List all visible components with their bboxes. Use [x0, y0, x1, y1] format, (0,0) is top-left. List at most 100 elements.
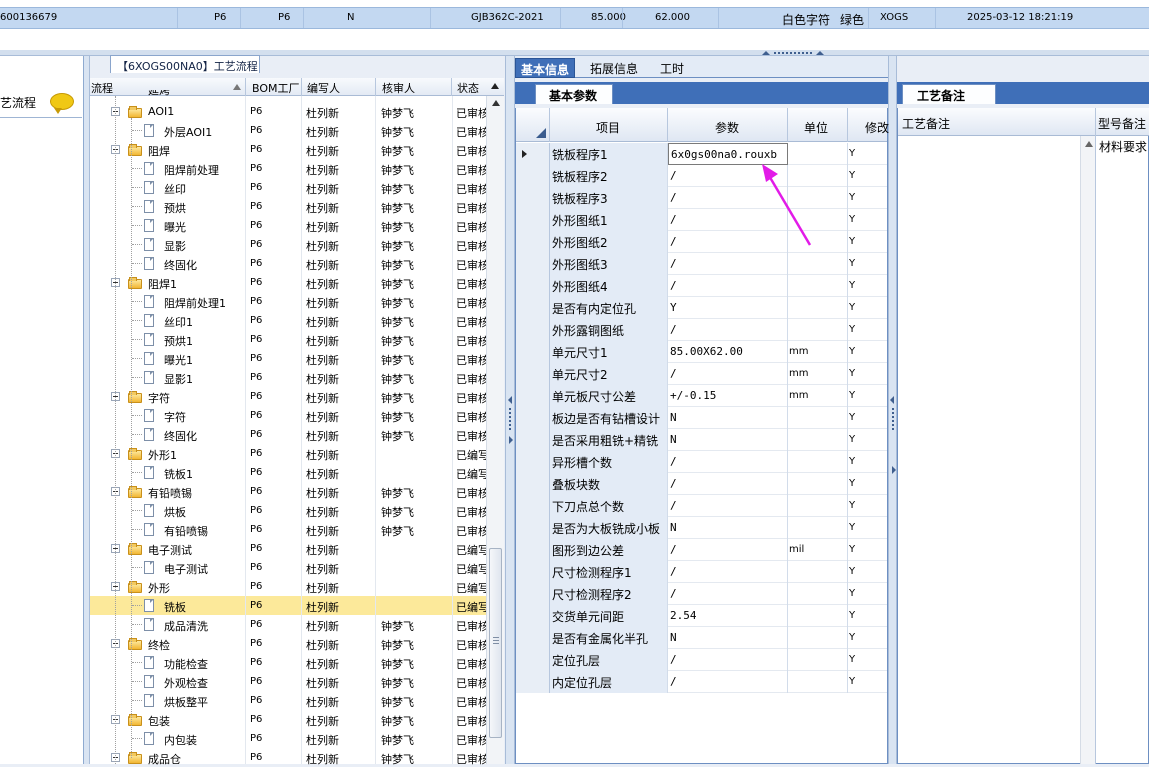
tab-basic-params[interactable]: 基本参数 [535, 84, 613, 104]
param-modify[interactable]: Y [848, 341, 887, 363]
param-value[interactable]: 2.54 [668, 605, 788, 627]
param-row[interactable]: 铣板程序3/Y [516, 187, 887, 209]
param-modify[interactable]: Y [848, 561, 887, 583]
tree-row[interactable]: 丝印1 P6 杜列新 钟梦飞 已审核 [90, 311, 486, 330]
row-header[interactable] [516, 165, 550, 187]
param-modify[interactable]: Y [848, 407, 887, 429]
param-unit[interactable] [788, 495, 848, 517]
tree-row[interactable]: 外观检查 P6 杜列新 钟梦飞 已审核 [90, 672, 486, 691]
param-unit[interactable] [788, 627, 848, 649]
param-row[interactable]: 单元板尺寸公差 +/-0.15 mm Y [516, 385, 887, 407]
row-header[interactable] [516, 275, 550, 297]
param-row[interactable]: 铣板程序1 6x0gs00na0.rouxb Y [516, 143, 887, 165]
param-value[interactable]: / [668, 671, 788, 693]
tree-row[interactable]: 成品清洗 P6 杜列新 钟梦飞 已审核 [90, 615, 486, 634]
param-row[interactable]: 定位孔层 / Y [516, 649, 887, 671]
param-row[interactable]: 尺寸检测程序2/ Y [516, 583, 887, 605]
row-header[interactable] [516, 253, 550, 275]
row-header[interactable] [516, 143, 550, 165]
tree-row[interactable]: 电子测试 P6 杜列新 已编写 [90, 558, 486, 577]
param-modify[interactable]: Y [848, 649, 887, 671]
param-value[interactable]: / [668, 451, 788, 473]
row-header[interactable] [516, 473, 550, 495]
row-header[interactable] [516, 209, 550, 231]
param-value[interactable]: Y [668, 297, 788, 319]
param-value[interactable]: / [668, 319, 788, 341]
param-row[interactable]: 下刀点总个数 / Y [516, 495, 887, 517]
row-header[interactable] [516, 495, 550, 517]
param-modify[interactable]: Y [848, 165, 887, 187]
param-modify[interactable]: Y [848, 319, 887, 341]
param-value[interactable]: / [668, 583, 788, 605]
column-header-model-note[interactable]: 型号备注 [1098, 115, 1146, 132]
param-row[interactable]: 单元尺寸2/mm Y [516, 363, 887, 385]
param-row[interactable]: 异形槽个数 / Y [516, 451, 887, 473]
row-header[interactable] [516, 407, 550, 429]
param-row[interactable]: 铣板程序2/Y [516, 165, 887, 187]
param-row[interactable]: 尺寸检测程序1/ Y [516, 561, 887, 583]
param-row[interactable]: 是否采用粗铣+精铣 N Y [516, 429, 887, 451]
tree-row[interactable]: 阻焊前处理1 P6 杜列新 钟梦飞 已审核 [90, 292, 486, 311]
param-row[interactable]: 单元尺寸1 85.00X62.00 mm Y [516, 341, 887, 363]
param-modify[interactable]: Y [848, 143, 887, 165]
tree-row[interactable]: 显影 P6 杜列新 钟梦飞 已审核 [90, 235, 486, 254]
row-header[interactable] [516, 429, 550, 451]
row-header[interactable] [516, 649, 550, 671]
param-modify[interactable]: Y [848, 297, 887, 319]
column-header-author[interactable]: 编写人 [307, 80, 340, 96]
splitter-grip-icon[interactable] [762, 50, 824, 55]
tab-work-hours[interactable]: 工时 [655, 58, 689, 78]
tree-row[interactable]: 阻焊 P6 杜列新 钟梦飞 已审核 [90, 140, 486, 159]
column-header-modify[interactable]: 修改 [865, 119, 889, 136]
param-value[interactable]: / [668, 253, 788, 275]
param-unit[interactable] [788, 583, 848, 605]
param-modify[interactable]: Y [848, 209, 887, 231]
row-header[interactable] [516, 605, 550, 627]
param-unit[interactable] [788, 253, 848, 275]
param-row[interactable]: 外形露铜图纸 / Y [516, 319, 887, 341]
row-header[interactable] [516, 363, 550, 385]
vertical-splitter-right[interactable] [888, 56, 897, 764]
row-header[interactable] [516, 385, 550, 407]
param-modify[interactable]: Y [848, 253, 887, 275]
row-header[interactable] [516, 319, 550, 341]
param-row[interactable]: 内定位孔层 / Y [516, 671, 887, 693]
column-header-value[interactable]: 参数 [715, 119, 739, 136]
param-modify[interactable]: Y [848, 429, 887, 451]
row-header[interactable] [516, 297, 550, 319]
row-header[interactable] [516, 517, 550, 539]
tree-row[interactable]: 电子测试 P6 杜列新 已编写 [90, 539, 486, 558]
param-unit[interactable]: mm [788, 363, 848, 385]
tab-process-notes[interactable]: 工艺备注 [902, 84, 996, 104]
param-row[interactable]: 板边是否有钻槽设计 N Y [516, 407, 887, 429]
row-header[interactable] [516, 539, 550, 561]
param-unit[interactable] [788, 561, 848, 583]
tab-basic-info[interactable]: 基本信息 [515, 58, 576, 78]
param-modify[interactable]: Y [848, 627, 887, 649]
tree-row[interactable]: 预烘1 P6 杜列新 钟梦飞 已审核 [90, 330, 486, 349]
tab-extended-info[interactable]: 拓展信息 [585, 58, 643, 78]
param-modify[interactable]: Y [848, 583, 887, 605]
param-modify[interactable]: Y [848, 539, 887, 561]
param-modify[interactable]: Y [848, 275, 887, 297]
param-value[interactable]: N [668, 517, 788, 539]
notes-scrollbar[interactable] [1080, 136, 1096, 764]
param-row[interactable]: 是否有金属化半孔 N Y [516, 627, 887, 649]
tree-row[interactable]: 曝光 P6 杜列新 钟梦飞 已审核 [90, 216, 486, 235]
param-unit[interactable] [788, 517, 848, 539]
tree-vertical-scrollbar[interactable] [486, 96, 504, 764]
tree-row[interactable]: 烘板 P6 杜列新 钟梦飞 已审核 [90, 501, 486, 520]
column-header-flow[interactable]: 流程 [91, 80, 113, 96]
row-header[interactable] [516, 341, 550, 363]
param-value[interactable]: / [668, 473, 788, 495]
tree-row[interactable]: 阻焊1 P6 杜列新 钟梦飞 已审核 [90, 273, 486, 292]
param-modify[interactable]: Y [848, 451, 887, 473]
param-value[interactable]: N [668, 429, 788, 451]
tree-row[interactable]: 外形 P6 杜列新 已编写 [90, 577, 486, 596]
param-row[interactable]: 外形图纸3/ Y [516, 253, 887, 275]
param-unit[interactable] [788, 671, 848, 693]
param-value[interactable]: / [668, 495, 788, 517]
param-row[interactable]: 交货单元间距 2.54 Y [516, 605, 887, 627]
param-row[interactable]: 是否有内定位孔 Y Y [516, 297, 887, 319]
tree-row[interactable]: 字符 P6 杜列新 钟梦飞 已审核 [90, 387, 486, 406]
